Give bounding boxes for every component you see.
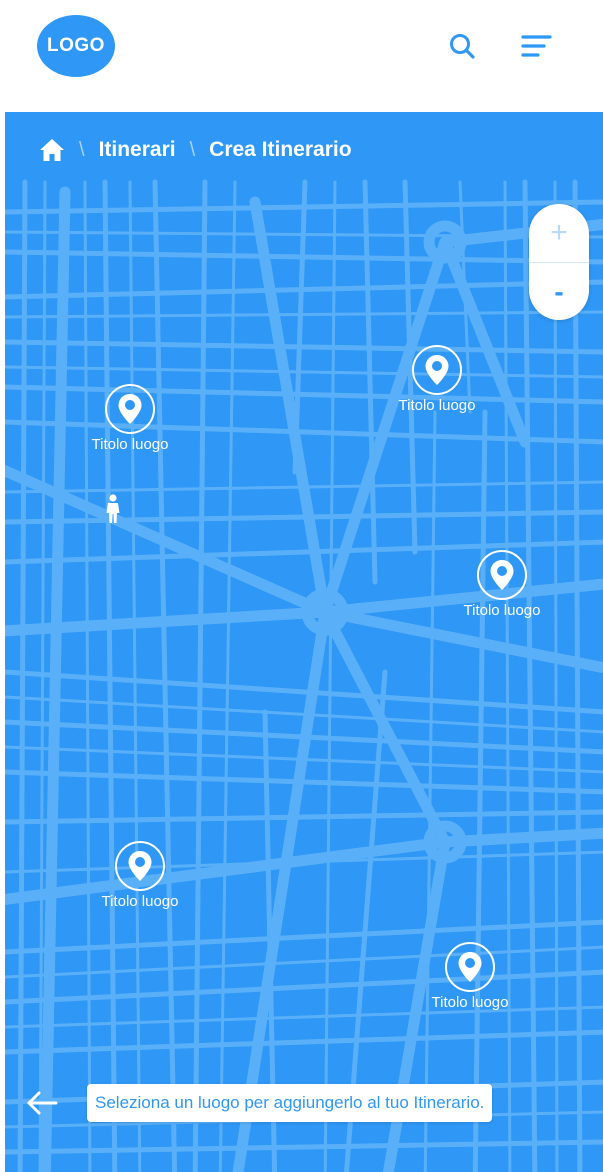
place-pin [445, 942, 495, 992]
place-marker[interactable]: Titolo luogo [382, 345, 492, 414]
place-label: Titolo luogo [398, 397, 476, 414]
logo[interactable]: LOGO [37, 15, 115, 77]
breadcrumb-separator: \ [189, 138, 196, 161]
breadcrumb: \ Itinerari \ Crea Itinerario [5, 112, 603, 188]
back-arrow-icon[interactable] [25, 1090, 59, 1116]
menu-icon [521, 35, 552, 57]
zoom-control: + - [529, 204, 589, 320]
location-pin-icon [425, 355, 449, 385]
place-marker[interactable]: Titolo luogo [447, 550, 557, 619]
place-label: Titolo luogo [463, 602, 541, 619]
place-label: Titolo luogo [431, 994, 509, 1011]
place-label: Titolo luogo [91, 436, 169, 453]
location-pin-icon [458, 952, 482, 982]
place-marker[interactable]: Titolo luogo [415, 942, 525, 1011]
zoom-in-button[interactable]: + [529, 204, 589, 263]
app-header: LOGO [0, 0, 603, 112]
place-marker[interactable]: Titolo luogo [85, 841, 195, 910]
place-pin [115, 841, 165, 891]
place-pin [412, 345, 462, 395]
search-icon [450, 34, 475, 59]
city-map[interactable] [5, 112, 603, 1172]
location-pin-icon [128, 851, 152, 881]
search-button[interactable] [442, 26, 482, 66]
place-pin [477, 550, 527, 600]
breadcrumb-current: Crea Itinerario [209, 138, 352, 161]
logo-text: LOGO [47, 35, 105, 56]
place-pin [105, 384, 155, 434]
place-label: Titolo luogo [101, 893, 179, 910]
location-pin-icon [490, 560, 514, 590]
person-icon [106, 494, 120, 523]
location-pin-icon [118, 394, 142, 424]
home-icon[interactable] [39, 138, 65, 162]
place-marker[interactable]: Titolo luogo [75, 384, 185, 453]
breadcrumb-separator: \ [79, 138, 85, 161]
map-section[interactable]: \ Itinerari \ Crea Itinerario + - Titolo… [5, 112, 603, 1172]
instruction-hint: Seleziona un luogo per aggiungerlo al tu… [87, 1084, 493, 1122]
breadcrumb-itinerari[interactable]: Itinerari [99, 138, 176, 162]
menu-button[interactable] [516, 26, 556, 66]
